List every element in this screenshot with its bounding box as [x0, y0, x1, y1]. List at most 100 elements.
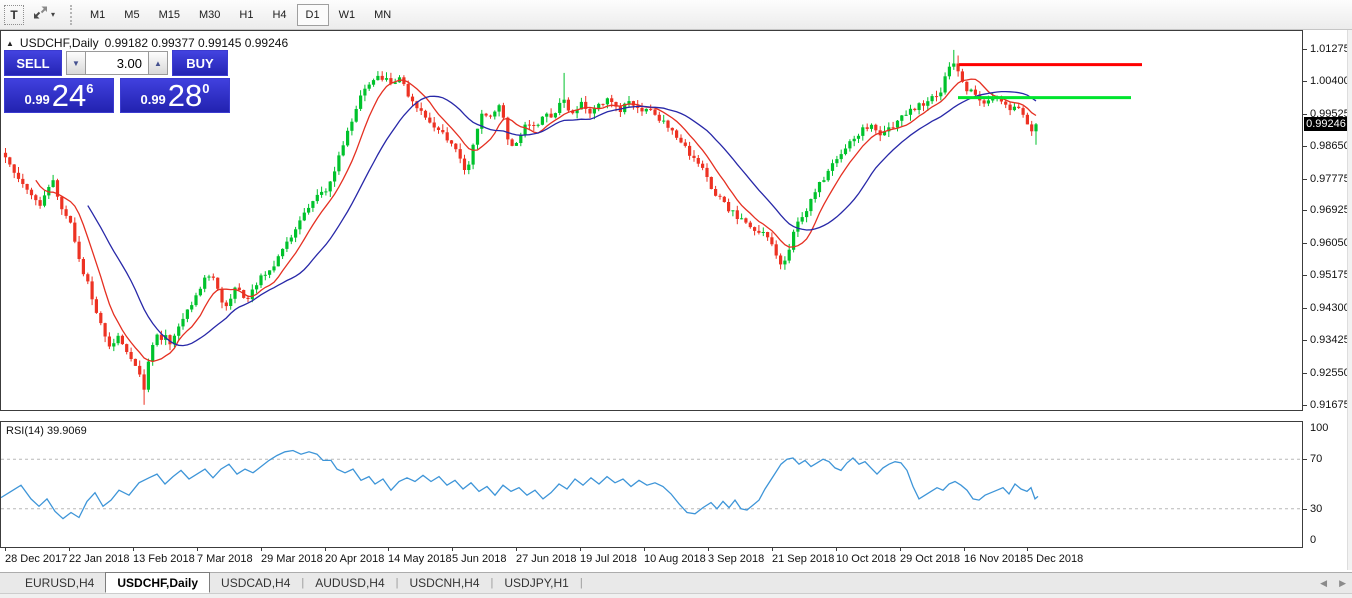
rsi-scale: 100 70 30 0	[1303, 421, 1352, 548]
date-label: 16 Nov 2018	[964, 553, 1026, 565]
date-label: 3 Sep 2018	[708, 553, 764, 565]
price-tick	[1303, 114, 1307, 115]
buy-price-quote[interactable]: 0.99 28 0	[120, 78, 230, 113]
rsi-scale-label: 100	[1310, 422, 1328, 434]
toolbar: T ▾ M1M5M15M30H1H4D1W1MN	[0, 0, 1352, 30]
date-tick	[580, 548, 581, 551]
price-tick	[1303, 373, 1307, 374]
scale-edge-strip	[1347, 30, 1352, 570]
tab-scroll-right-icon[interactable]: ▶	[1339, 578, 1346, 589]
date-label: 5 Jun 2018	[452, 553, 506, 565]
chart-symbol-title: USDCHF,Daily	[20, 36, 99, 50]
ma-slow	[88, 92, 1036, 346]
price-scale-label: 1.01275	[1310, 43, 1350, 55]
current-price-tag: 0.99246	[1304, 117, 1348, 131]
date-axis[interactable]: 28 Dec 201722 Jan 201813 Feb 20187 Mar 2…	[0, 548, 1303, 570]
date-label: 10 Aug 2018	[644, 553, 706, 565]
date-tick	[708, 548, 709, 551]
toolbar-grip-handle[interactable]	[70, 5, 73, 25]
timeframe-button-mn[interactable]: MN	[365, 4, 400, 26]
chart-tab-usdchf[interactable]: USDCHF,Daily	[105, 572, 210, 593]
collapse-panel-icon[interactable]: ▲	[6, 39, 14, 48]
ma-fast	[36, 79, 1036, 361]
timeframe-button-w1[interactable]: W1	[330, 4, 365, 26]
arrows-icon	[33, 6, 48, 24]
volume-increase-button[interactable]: ▲	[148, 51, 168, 75]
timeframe-button-m1[interactable]: M1	[81, 4, 114, 26]
date-label: 5 Dec 2018	[1027, 553, 1083, 565]
date-tick	[388, 548, 389, 551]
price-tick	[1303, 81, 1307, 82]
timeframe-button-m5[interactable]: M5	[115, 4, 148, 26]
price-tick	[1303, 210, 1307, 211]
date-label: 13 Feb 2018	[133, 553, 195, 565]
sell-price-quote[interactable]: 0.99 24 6	[4, 78, 114, 113]
chart-tab-usdcad[interactable]: USDCAD,H4	[210, 573, 301, 593]
chart-tab-bar: EURUSD,H4USDCHF,DailyUSDCAD,H4|AUDUSD,H4…	[0, 572, 1352, 593]
arrows-tool-button[interactable]: ▾	[26, 5, 62, 25]
date-tick	[772, 548, 773, 551]
sell-button[interactable]: SELL	[4, 50, 62, 76]
date-tick	[644, 548, 645, 551]
chart-tab-usdjpy[interactable]: USDJPY,H1	[493, 573, 579, 593]
timeframe-button-d1[interactable]: D1	[297, 4, 329, 26]
status-bar-edge	[0, 593, 1352, 598]
price-scale-label: 0.94300	[1310, 302, 1350, 314]
price-scale[interactable]: 1.012751.004000.995250.986500.977750.969…	[1303, 30, 1352, 413]
rsi-tick	[1303, 509, 1307, 510]
text-tool-button[interactable]: T	[4, 5, 24, 25]
date-tick	[516, 548, 517, 551]
date-tick	[133, 548, 134, 551]
sell-price-big: 24	[52, 80, 86, 111]
chart-tab-usdcnh[interactable]: USDCNH,H4	[398, 573, 490, 593]
price-scale-label: 0.95175	[1310, 269, 1350, 281]
price-scale-label: 0.96925	[1310, 204, 1350, 216]
price-tick	[1303, 275, 1307, 276]
date-tick	[197, 548, 198, 551]
rsi-scale-label: 30	[1310, 503, 1322, 515]
price-scale-label: 0.97775	[1310, 173, 1350, 185]
buy-price-small: 0.99	[140, 92, 165, 107]
price-tick	[1303, 243, 1307, 244]
rsi-indicator-pane[interactable]	[0, 421, 1303, 548]
price-scale-label: 0.92550	[1310, 367, 1350, 379]
chart-tab-eurusd[interactable]: EURUSD,H4	[14, 573, 105, 593]
one-click-trade-panel: SELL ▼ ▲ BUY 0.99 24 6 0.99 28 0	[4, 50, 230, 113]
timeframe-button-m15[interactable]: M15	[150, 4, 189, 26]
timeframe-buttons: M1M5M15M30H1H4D1W1MN	[81, 4, 401, 26]
date-tick	[836, 548, 837, 551]
date-label: 20 Apr 2018	[325, 553, 384, 565]
date-tick	[452, 548, 453, 551]
tab-scroll-nav: ◀ ▶	[1320, 578, 1346, 589]
price-scale-label: 0.91675	[1310, 399, 1350, 411]
rsi-indicator-label: RSI(14) 39.9069	[6, 425, 87, 437]
price-tick	[1303, 179, 1307, 180]
price-scale-label: 1.00400	[1310, 75, 1350, 87]
timeframe-button-h1[interactable]: H1	[230, 4, 262, 26]
sell-price-sup: 6	[86, 81, 93, 96]
price-tick	[1303, 146, 1307, 147]
buy-button[interactable]: BUY	[172, 50, 228, 76]
buy-price-sup: 0	[202, 81, 209, 96]
price-scale-label: 0.96050	[1310, 237, 1350, 249]
date-tick	[900, 548, 901, 551]
dropdown-caret-icon: ▾	[51, 10, 55, 19]
date-label: 27 Jun 2018	[516, 553, 577, 565]
rsi-scale-label: 0	[1310, 534, 1316, 546]
timeframe-button-m30[interactable]: M30	[190, 4, 229, 26]
date-label: 7 Mar 2018	[197, 553, 253, 565]
volume-decrease-button[interactable]: ▼	[66, 51, 86, 75]
rsi-scale-label: 70	[1310, 453, 1322, 465]
buy-price-big: 28	[168, 80, 202, 111]
date-label: 22 Jan 2018	[69, 553, 130, 565]
price-tick	[1303, 340, 1307, 341]
date-tick	[5, 548, 6, 551]
volume-input[interactable]	[86, 51, 148, 75]
date-tick	[964, 548, 965, 551]
date-tick	[69, 548, 70, 551]
sell-price-small: 0.99	[24, 92, 49, 107]
date-tick	[261, 548, 262, 551]
tab-scroll-left-icon[interactable]: ◀	[1320, 578, 1327, 589]
timeframe-button-h4[interactable]: H4	[263, 4, 295, 26]
chart-tab-audusd[interactable]: AUDUSD,H4	[304, 573, 395, 593]
